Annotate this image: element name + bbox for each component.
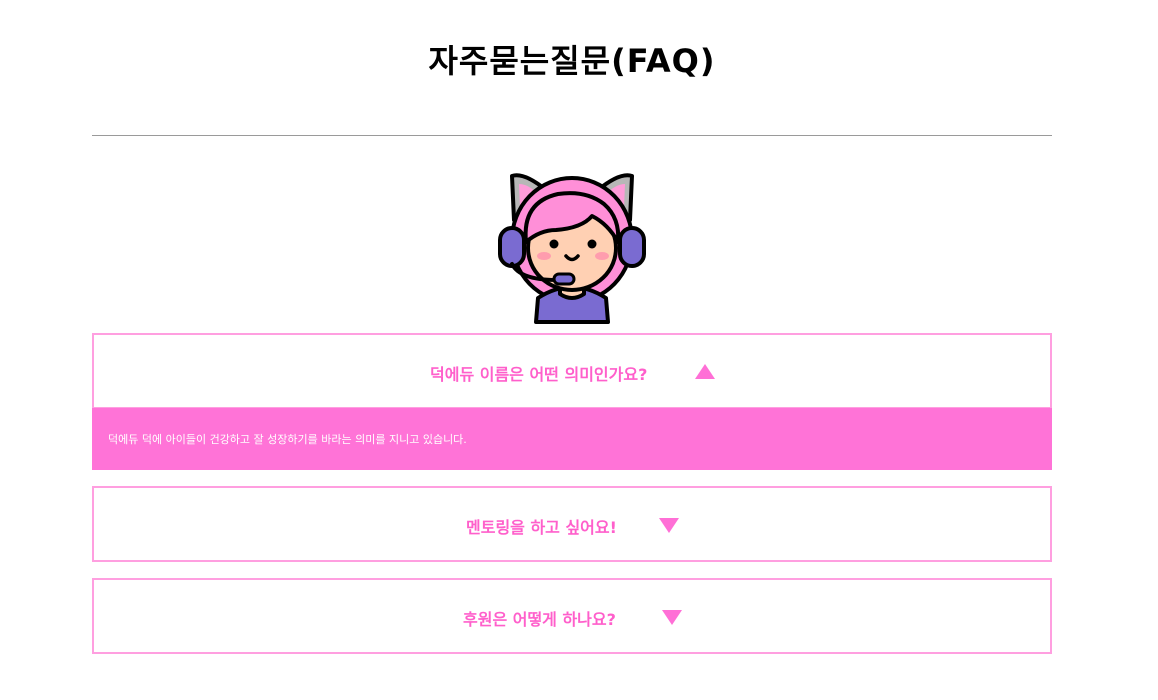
faq-answer: 덕에듀 덕에 아이들이 건강하고 잘 성장하기를 바라는 의미를 지니고 있습니… <box>92 408 1052 470</box>
headset-girl-icon <box>498 173 646 324</box>
left-earcup <box>498 226 526 268</box>
triangle-down-icon[interactable] <box>662 610 682 625</box>
faq-question-text: 후원은 어떻게 하나요? <box>463 610 616 629</box>
faq-question-text: 덕에듀 이름은 어떤 의미인가요? <box>430 365 648 384</box>
left-cheek <box>537 252 551 260</box>
right-eye <box>587 239 597 249</box>
left-eye <box>549 239 559 249</box>
faq-question-text: 멘토링을 하고 싶어요! <box>466 518 617 537</box>
faq-item-2[interactable]: 멘토링을 하고 싶어요! <box>92 486 1052 562</box>
faq-item-1[interactable]: 덕에듀 이름은 어떤 의미인가요? <box>92 333 1052 409</box>
faq-question[interactable]: 덕에듀 이름은 어떤 의미인가요? <box>94 335 1050 407</box>
faq-page: 자주묻는질문(FAQ) 덕에듀 이름은 어떤 의미인가요? 덕에듀 덕에 아이들… <box>0 0 1158 700</box>
faq-answer-text: 덕에듀 덕에 아이들이 건강하고 잘 성장하기를 바라는 의미를 지니고 있습니… <box>108 433 467 446</box>
right-cheek <box>595 252 609 260</box>
title-divider <box>92 135 1052 136</box>
triangle-up-icon[interactable] <box>695 364 715 379</box>
triangle-down-icon[interactable] <box>659 518 679 533</box>
faq-question[interactable]: 멘토링을 하고 싶어요! <box>94 488 1050 560</box>
right-earcup <box>618 226 646 268</box>
faq-question[interactable]: 후원은 어떻게 하나요? <box>94 580 1050 652</box>
faq-item-3[interactable]: 후원은 어떻게 하나요? <box>92 578 1052 654</box>
page-title: 자주묻는질문(FAQ) <box>428 42 716 80</box>
mic-head <box>552 272 576 286</box>
